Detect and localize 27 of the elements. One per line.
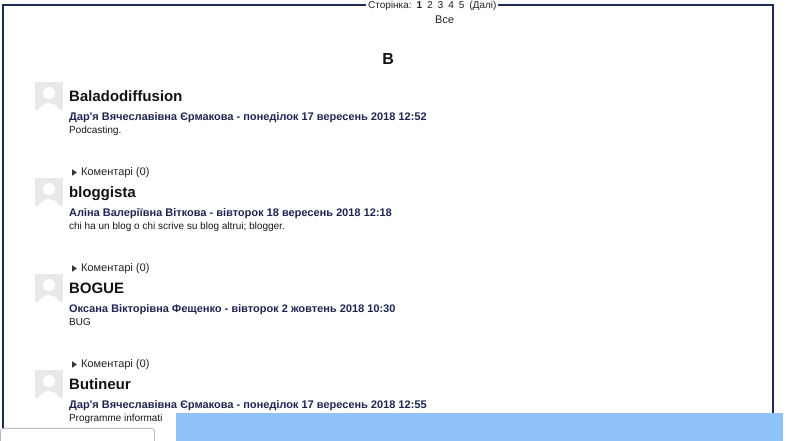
entry-byline: Дар'я Вячеславівна Єрмакова - понеділок 17 вересень 2018 12:55 [69,399,428,411]
page-link[interactable]: 1 [416,0,422,11]
entry-title: Baladodiffusion [69,88,182,104]
entry-byline: Дар'я Вячеславівна Єрмакова - понеділок 17 вересень 2018 12:52 [69,111,428,123]
entry-text: chi ha un blog o chi scrive su blog altrui; blogger. [69,221,286,232]
page-link[interactable]: 2 [427,0,433,11]
entry-title: bloggista [69,184,136,200]
comments-link[interactable]: Коментарі (0) [81,166,150,178]
letter-heading: B [381,51,395,69]
comments-link[interactable]: Коментарі (0) [81,358,150,370]
entry-text: Podcasting. [69,125,122,136]
expand-icon [72,264,77,272]
entry-text: Programme informati [69,413,164,424]
expand-icon [72,168,77,176]
page-link[interactable]: 4 [448,0,454,11]
expand-icon [72,360,77,368]
next-link[interactable]: (Далі) [469,0,496,11]
page-link[interactable]: 5 [458,0,464,11]
entry-byline: Аліна Валеріївна Віткова - вівторок 18 вересень 2018 12:18 [69,207,393,219]
page-link[interactable]: 3 [438,0,444,11]
all-link[interactable]: Все [435,14,454,26]
entry-text: BUG [69,317,92,328]
comments-link[interactable]: Коментарі (0) [81,262,150,274]
pager-label: Сторінка: [368,0,412,11]
entry-title: BOGUE [69,280,124,296]
entry-byline: Оксана Вікторівна Фещенко - вівторок 2 жовтень 2018 10:30 [69,303,396,315]
entry-title: Butineur [69,376,131,392]
